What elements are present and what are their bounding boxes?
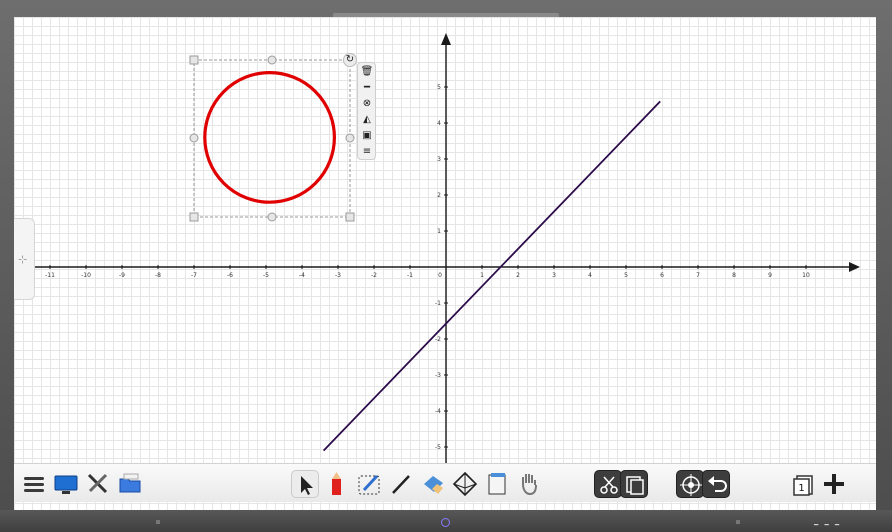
x-tick-label: -1 — [407, 272, 413, 279]
trash-icon[interactable]: 🗑 — [360, 65, 374, 79]
tools-button[interactable] — [84, 470, 112, 498]
folder-icon — [119, 473, 141, 493]
x-tick-label: -9 — [119, 272, 125, 279]
menu-button[interactable] — [20, 470, 48, 498]
corner-handle-bottom-right[interactable] — [345, 212, 355, 222]
select-button[interactable] — [291, 470, 319, 498]
pen-icon — [332, 472, 341, 495]
object-toolbar: 🗑 ━ ⊗ ◭ ▣ ≡ — [357, 62, 376, 160]
corner-handle-top-left[interactable] — [189, 55, 199, 65]
y-tick-label: -5 — [435, 444, 441, 451]
scissors-button[interactable] — [594, 470, 622, 498]
x-tick-label: -3 — [335, 272, 341, 279]
page-icon — [488, 473, 506, 495]
bezel-mark — [736, 520, 740, 524]
menu-icon — [24, 477, 44, 492]
folder-button[interactable] — [116, 470, 144, 498]
x-tick-label: 9 — [768, 272, 772, 279]
plus-icon — [824, 474, 844, 494]
x-tick-label: 5 — [624, 272, 628, 279]
page-button[interactable] — [483, 470, 511, 498]
resize-handle-left[interactable] — [189, 133, 199, 143]
graph-plot[interactable]: -11 -10 -9 -8 -7 -6 -5 -4 -3 -2 -1 0 1 2 3 4 5 6 7 8 9 10 -5-… — [14, 17, 876, 510]
y-tick-label: -1 — [435, 300, 441, 307]
x-tick-label: 2 — [516, 272, 520, 279]
y-tick-label: 4 — [437, 120, 441, 127]
hand-button[interactable] — [515, 470, 543, 498]
clone-button[interactable] — [620, 470, 648, 498]
x-tick-label: 4 — [588, 272, 592, 279]
bezel-buttons[interactable]: ━ ━ ━ — [814, 521, 841, 529]
line-icon — [392, 475, 410, 494]
scissors-icon — [600, 476, 618, 494]
eraser-icon — [424, 476, 443, 494]
x-tick-label: 10 — [802, 272, 810, 279]
corner-handle-bottom-left[interactable] — [189, 212, 199, 222]
target-button[interactable] — [676, 470, 704, 498]
side-panel-handle[interactable]: ⊹ — [14, 218, 35, 300]
fill-icon[interactable]: ◭ — [360, 113, 374, 127]
smart-pen-icon — [358, 474, 380, 495]
x-tick-label: 0 — [438, 272, 442, 279]
resize-handle-top[interactable] — [267, 55, 277, 65]
bezel-mark — [156, 520, 160, 524]
menu-icon[interactable]: ≡ — [360, 145, 374, 159]
whiteboard-canvas[interactable]: -11 -10 -9 -8 -7 -6 -5 -4 -3 -2 -1 0 1 2 3 4 5 6 7 8 9 10 -5-… — [14, 17, 876, 510]
x-tick-label: -8 — [155, 272, 161, 279]
drag-icon: ⊹ — [18, 253, 28, 266]
series-layer — [203, 70, 661, 452]
pen-button[interactable] — [323, 470, 351, 498]
selection-frame — [193, 59, 351, 218]
tools-icon — [87, 473, 108, 494]
x-tick-label: 7 — [696, 272, 700, 279]
x-tick-label: -4 — [299, 272, 305, 279]
pin-icon[interactable]: ━ — [360, 81, 374, 95]
bottom-toolbar: 1 — [14, 463, 876, 502]
y-tick-label: -2 — [435, 336, 441, 343]
smart-pen-button[interactable] — [355, 470, 383, 498]
add-page-button[interactable] — [820, 470, 848, 498]
page-counter-icon: 1 — [793, 475, 813, 496]
x-tick-label: -5 — [263, 272, 269, 279]
y-tick-label: 3 — [437, 156, 441, 163]
target-icon — [680, 474, 702, 496]
y-tick-label: -3 — [435, 372, 441, 379]
shapes-button[interactable] — [451, 470, 479, 498]
y-tick-label: 5 — [437, 84, 441, 91]
hand-icon — [522, 474, 537, 496]
rotate-icon[interactable]: ↻ — [343, 53, 357, 67]
power-indicator[interactable] — [441, 518, 450, 527]
y-tick-label: 1 — [437, 228, 441, 235]
resize-handle-bottom[interactable] — [267, 212, 277, 222]
screen-icon — [54, 475, 78, 494]
line-button[interactable] — [387, 470, 415, 498]
layer-icon[interactable]: ▣ — [360, 129, 374, 143]
screen-button[interactable] — [52, 470, 80, 498]
x-tick-label: 3 — [552, 272, 556, 279]
x-tick-label: -11 — [45, 272, 55, 279]
eraser-button[interactable] — [419, 470, 447, 498]
select-icon — [301, 476, 313, 495]
x-tick-label: 8 — [732, 272, 736, 279]
shapes-icon — [452, 471, 478, 497]
x-tick-label: -10 — [81, 272, 91, 279]
x-tick-label: 1 — [480, 272, 484, 279]
x-tick-label: -2 — [371, 272, 377, 279]
clone-icon — [626, 476, 644, 495]
red-circle[interactable] — [203, 70, 337, 204]
y-axis-arrow — [441, 33, 451, 45]
resize-handle-right[interactable] — [345, 133, 355, 143]
page-counter-button[interactable]: 1 — [790, 470, 818, 498]
link-icon[interactable]: ⊗ — [360, 97, 374, 111]
y-tick-label: 2 — [437, 192, 441, 199]
undo-icon — [708, 476, 727, 492]
y-tick-label: -4 — [435, 408, 441, 415]
x-axis-arrow — [849, 262, 860, 272]
undo-button[interactable] — [702, 470, 730, 498]
x-tick-label: 6 — [660, 272, 664, 279]
x-tick-label: -6 — [227, 272, 233, 279]
page-counter-label: 1 — [798, 483, 804, 494]
x-tick-label: -7 — [191, 272, 197, 279]
